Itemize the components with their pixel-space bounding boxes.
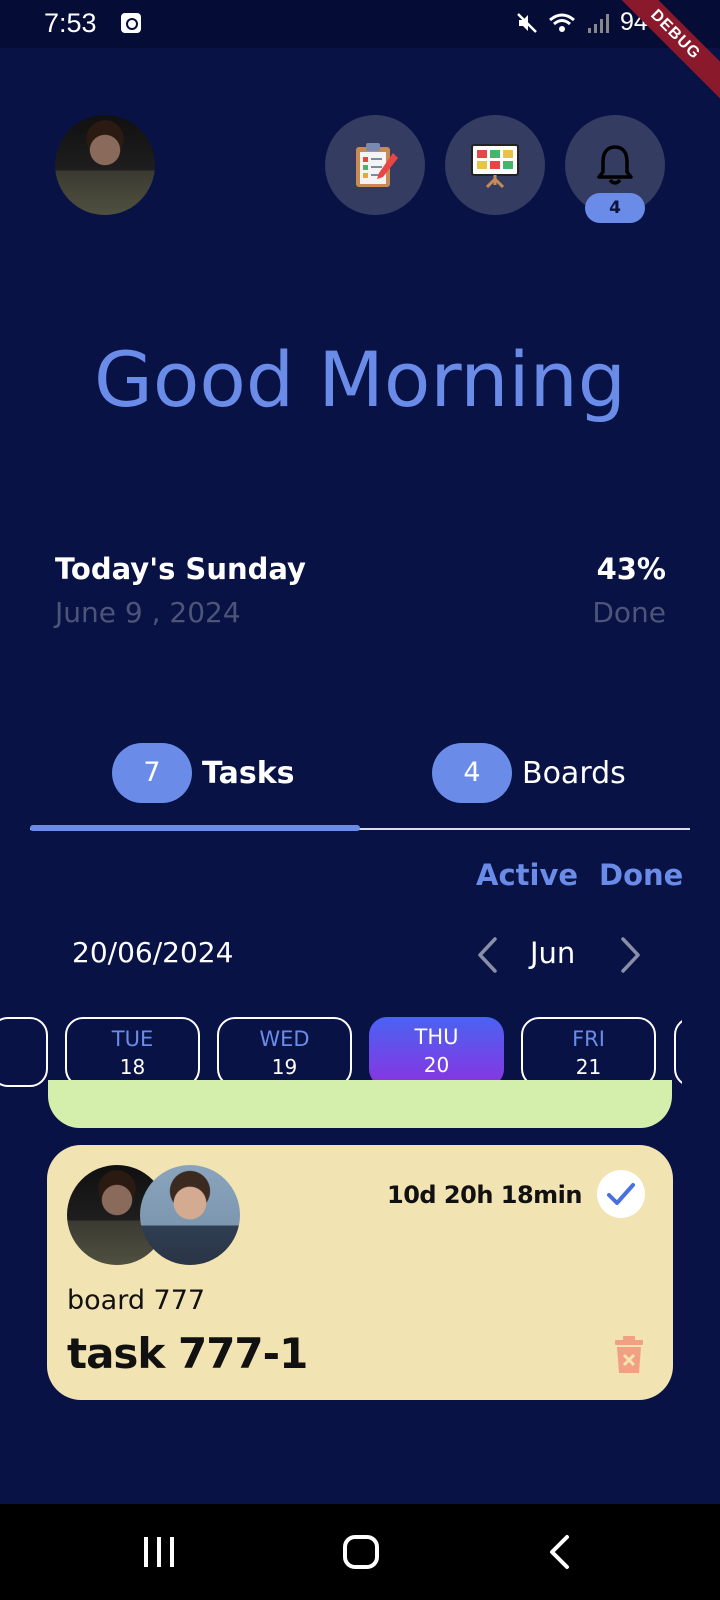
task-countdown: 10d 20h 18min [387, 1181, 583, 1209]
day-number: 21 [575, 1055, 602, 1079]
home-icon[interactable] [343, 1535, 379, 1569]
alarm-icon [121, 13, 141, 33]
day-number: 19 [271, 1055, 298, 1079]
day-chip-thu[interactable]: THU 20 [369, 1017, 504, 1087]
mute-icon [517, 12, 537, 33]
selected-date[interactable]: 20/06/2024 [72, 936, 233, 969]
wifi-icon [548, 13, 575, 32]
tab-boards-label: Boards [522, 755, 626, 791]
day-chip-partial[interactable] [0, 1017, 48, 1087]
bell-icon [597, 145, 633, 185]
tab-boards[interactable]: 4 Boards [432, 743, 626, 803]
day-title: Today's Sunday [55, 552, 306, 586]
progress-label: Done [592, 596, 666, 629]
day-name: TUE [111, 1027, 154, 1051]
day-number: 20 [423, 1053, 450, 1077]
chevron-left-icon[interactable] [476, 936, 498, 974]
filter-done-button[interactable]: Done [599, 858, 683, 892]
month-label: Jun [530, 936, 576, 970]
status-bar: 7:53 94% [0, 0, 720, 48]
kanban-board-icon [471, 144, 519, 189]
notification-count-badge: 4 [585, 193, 645, 223]
task-card-partial[interactable] [48, 1080, 672, 1128]
day-chip-tue[interactable]: TUE 18 [65, 1017, 200, 1087]
day-name: FRI [572, 1027, 605, 1051]
task-board-name: board 777 [67, 1285, 206, 1316]
trash-icon[interactable] [613, 1335, 645, 1375]
day-chip-fri[interactable]: FRI 21 [521, 1017, 656, 1087]
tab-tasks-label: Tasks [202, 755, 295, 791]
tab-tasks[interactable]: 7 Tasks [112, 743, 295, 803]
complete-task-button[interactable] [597, 1170, 645, 1218]
day-name: WED [259, 1027, 310, 1051]
tasks-clipboard-button[interactable] [325, 115, 425, 215]
back-icon[interactable] [548, 1534, 570, 1570]
day-chip-wed[interactable]: WED 19 [217, 1017, 352, 1087]
signal-icon [587, 13, 609, 33]
user-avatar[interactable] [55, 115, 155, 215]
tasks-count-badge: 7 [112, 743, 192, 803]
clipboard-checklist-icon [356, 143, 398, 187]
check-icon [607, 1183, 635, 1205]
recents-icon[interactable] [142, 1536, 176, 1568]
assignee-avatar [140, 1165, 240, 1265]
boards-button[interactable] [445, 115, 545, 215]
status-time: 7:53 [44, 8, 97, 38]
task-card[interactable]: 10d 20h 18min board 777 task 777-1 [47, 1145, 673, 1400]
chevron-right-icon[interactable] [620, 936, 642, 974]
filter-active-button[interactable]: Active [476, 858, 578, 892]
tab-active-indicator [30, 825, 360, 831]
greeting-title: Good Morning [94, 335, 626, 424]
progress-percent: 43% [596, 552, 666, 586]
current-date: June 9 , 2024 [55, 596, 241, 629]
day-name: THU [414, 1025, 459, 1049]
task-title: task 777-1 [67, 1329, 308, 1378]
boards-count-badge: 4 [432, 743, 512, 803]
day-number: 18 [119, 1055, 146, 1079]
